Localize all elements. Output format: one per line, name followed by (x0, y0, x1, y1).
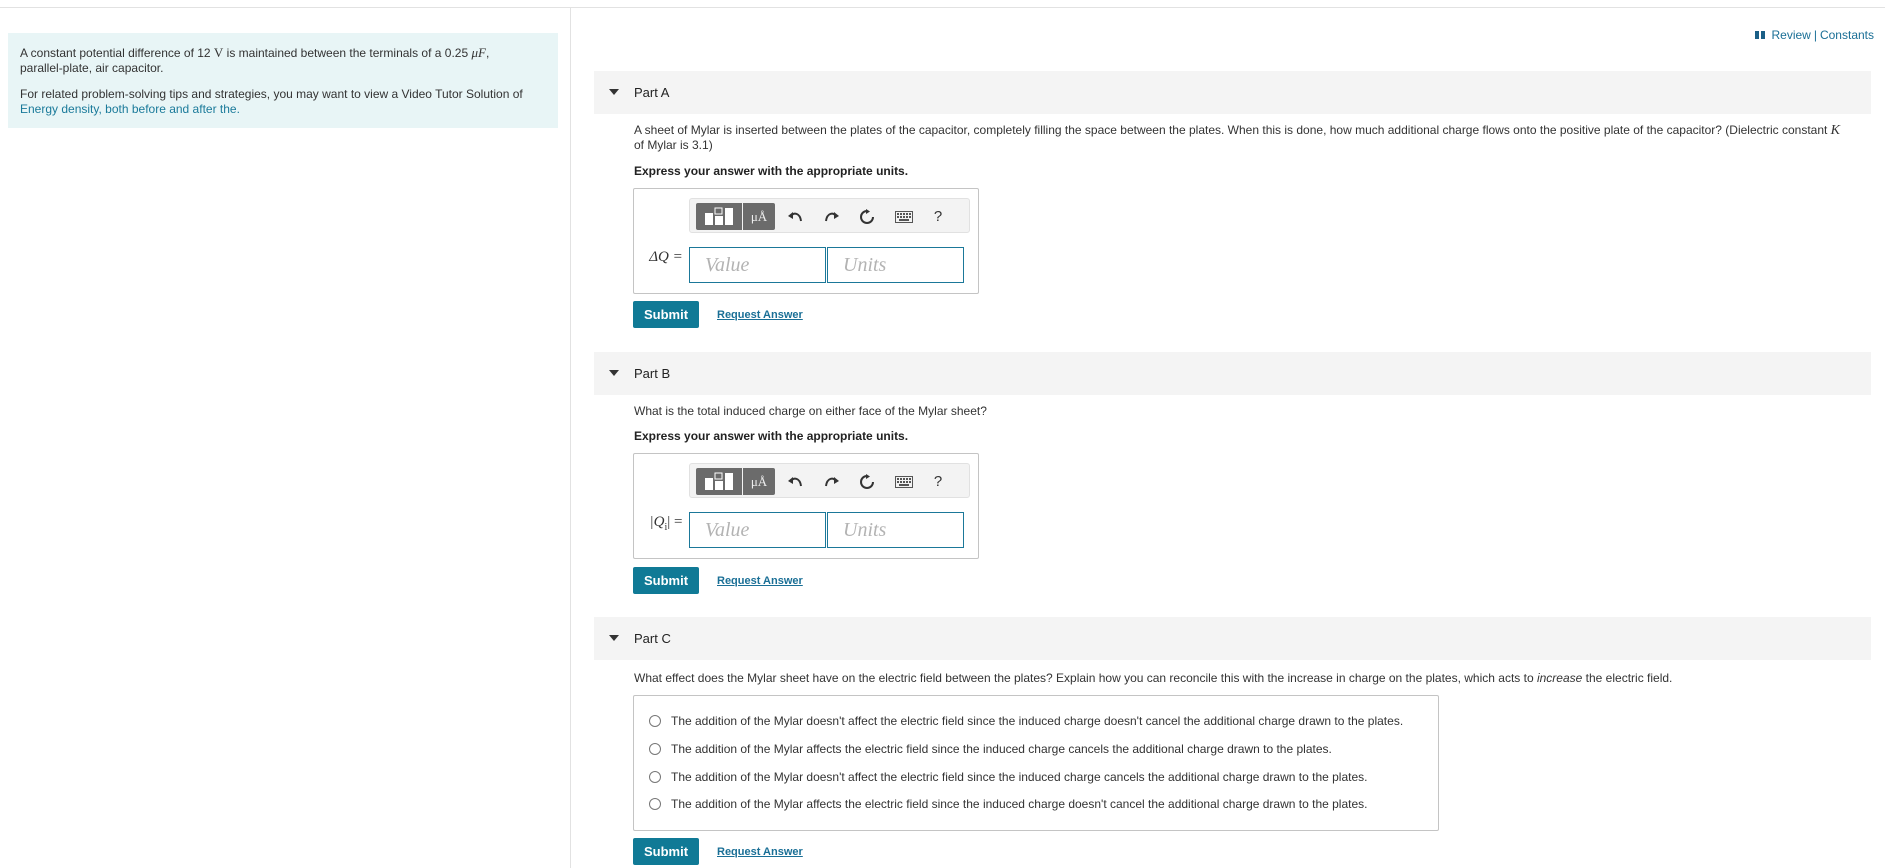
part-b-question: What is the total induced charge on eith… (634, 404, 987, 418)
redo-button[interactable] (821, 207, 841, 227)
undo-icon (788, 477, 802, 487)
option-3[interactable]: The addition of the Mylar doesn't affect… (649, 770, 1368, 784)
reset-icon (860, 474, 874, 489)
keyboard-button[interactable] (892, 207, 916, 227)
keyboard-icon (895, 211, 913, 223)
volt-symbol: V (213, 45, 224, 60)
part-a-header[interactable]: Part A (594, 71, 1871, 114)
option-1[interactable]: The addition of the Mylar doesn't affect… (649, 714, 1403, 728)
help-button[interactable]: ? (928, 470, 948, 492)
caret-down-icon (609, 370, 619, 376)
templates-button[interactable] (696, 203, 742, 230)
constants-link[interactable]: Constants (1820, 28, 1874, 42)
part-a-title: Part A (634, 85, 670, 100)
units-input[interactable] (827, 247, 964, 283)
intro-statement: A constant potential difference of 12 V … (20, 45, 490, 75)
undo-button[interactable] (786, 472, 806, 492)
video-tutor-link[interactable]: Energy density, both before and after th… (20, 102, 240, 116)
templates-icon (705, 472, 733, 490)
redo-icon (825, 477, 839, 487)
keyboard-button[interactable] (892, 472, 916, 492)
undo-button[interactable] (786, 207, 806, 227)
part-b-title: Part B (634, 366, 671, 381)
part-c-request-answer-link[interactable]: Request Answer (717, 846, 803, 858)
part-b-header[interactable]: Part B (594, 352, 1871, 395)
part-a-question: A sheet of Mylar is inserted between the… (634, 123, 1841, 152)
keyboard-icon (895, 476, 913, 488)
radio-button[interactable] (649, 798, 661, 810)
part-a-request-answer-link[interactable]: Request Answer (717, 309, 803, 321)
part-b-instruction: Express your answer with the appropriate… (634, 429, 909, 443)
radio-button[interactable] (649, 743, 661, 755)
redo-icon (825, 212, 839, 222)
dielectric-k-symbol: K (1830, 123, 1841, 138)
option-4[interactable]: The addition of the Mylar affects the el… (649, 797, 1368, 811)
radio-button[interactable] (649, 715, 661, 727)
review-constants-links: Review | Constants (1755, 28, 1874, 42)
delta-q-label: ΔQ = (649, 249, 683, 265)
symbols-button[interactable]: μÅ (743, 203, 775, 230)
option-2[interactable]: The addition of the Mylar affects the el… (649, 742, 1332, 756)
book-icon (1755, 31, 1766, 39)
units-input[interactable] (827, 512, 964, 548)
part-c-header[interactable]: Part C (594, 617, 1871, 660)
part-b-submit-button[interactable]: Submit (633, 567, 699, 594)
templates-button[interactable] (696, 468, 742, 495)
review-link[interactable]: Review (1771, 28, 1810, 42)
column-divider (570, 8, 571, 868)
part-b-request-answer-link[interactable]: Request Answer (717, 575, 803, 587)
redo-button[interactable] (821, 472, 841, 492)
induced-charge-label: |Qi| = (649, 514, 683, 533)
undo-icon (788, 212, 802, 222)
part-a-instruction: Express your answer with the appropriate… (634, 164, 909, 178)
math-toolbar: μÅ ? (689, 198, 970, 233)
part-c-question: What effect does the Mylar sheet have on… (634, 671, 1673, 685)
part-c-submit-button[interactable]: Submit (633, 838, 699, 865)
part-b-answer-box: μÅ ? |Qi| = (633, 453, 979, 559)
part-a-submit-button[interactable]: Submit (633, 301, 699, 328)
part-c-options: The addition of the Mylar doesn't affect… (633, 695, 1439, 831)
symbols-button[interactable]: μÅ (743, 468, 775, 495)
reset-button[interactable] (857, 472, 877, 492)
part-c-title: Part C (634, 631, 671, 646)
problem-intro: A constant potential difference of 12 V … (8, 33, 558, 128)
top-rule (0, 7, 1885, 8)
radio-button[interactable] (649, 771, 661, 783)
reset-icon (860, 209, 874, 224)
reset-button[interactable] (857, 207, 877, 227)
caret-down-icon (609, 89, 619, 95)
caret-down-icon (609, 635, 619, 641)
math-toolbar: μÅ ? (689, 463, 970, 498)
intro-tip: For related problem-solving tips and str… (20, 87, 523, 116)
part-a-answer-box: μÅ ? ΔQ = (633, 188, 979, 294)
value-input[interactable] (689, 247, 826, 283)
help-button[interactable]: ? (928, 205, 948, 227)
templates-icon (705, 207, 733, 225)
value-input[interactable] (689, 512, 826, 548)
microfarad-symbol: μF (471, 45, 486, 60)
